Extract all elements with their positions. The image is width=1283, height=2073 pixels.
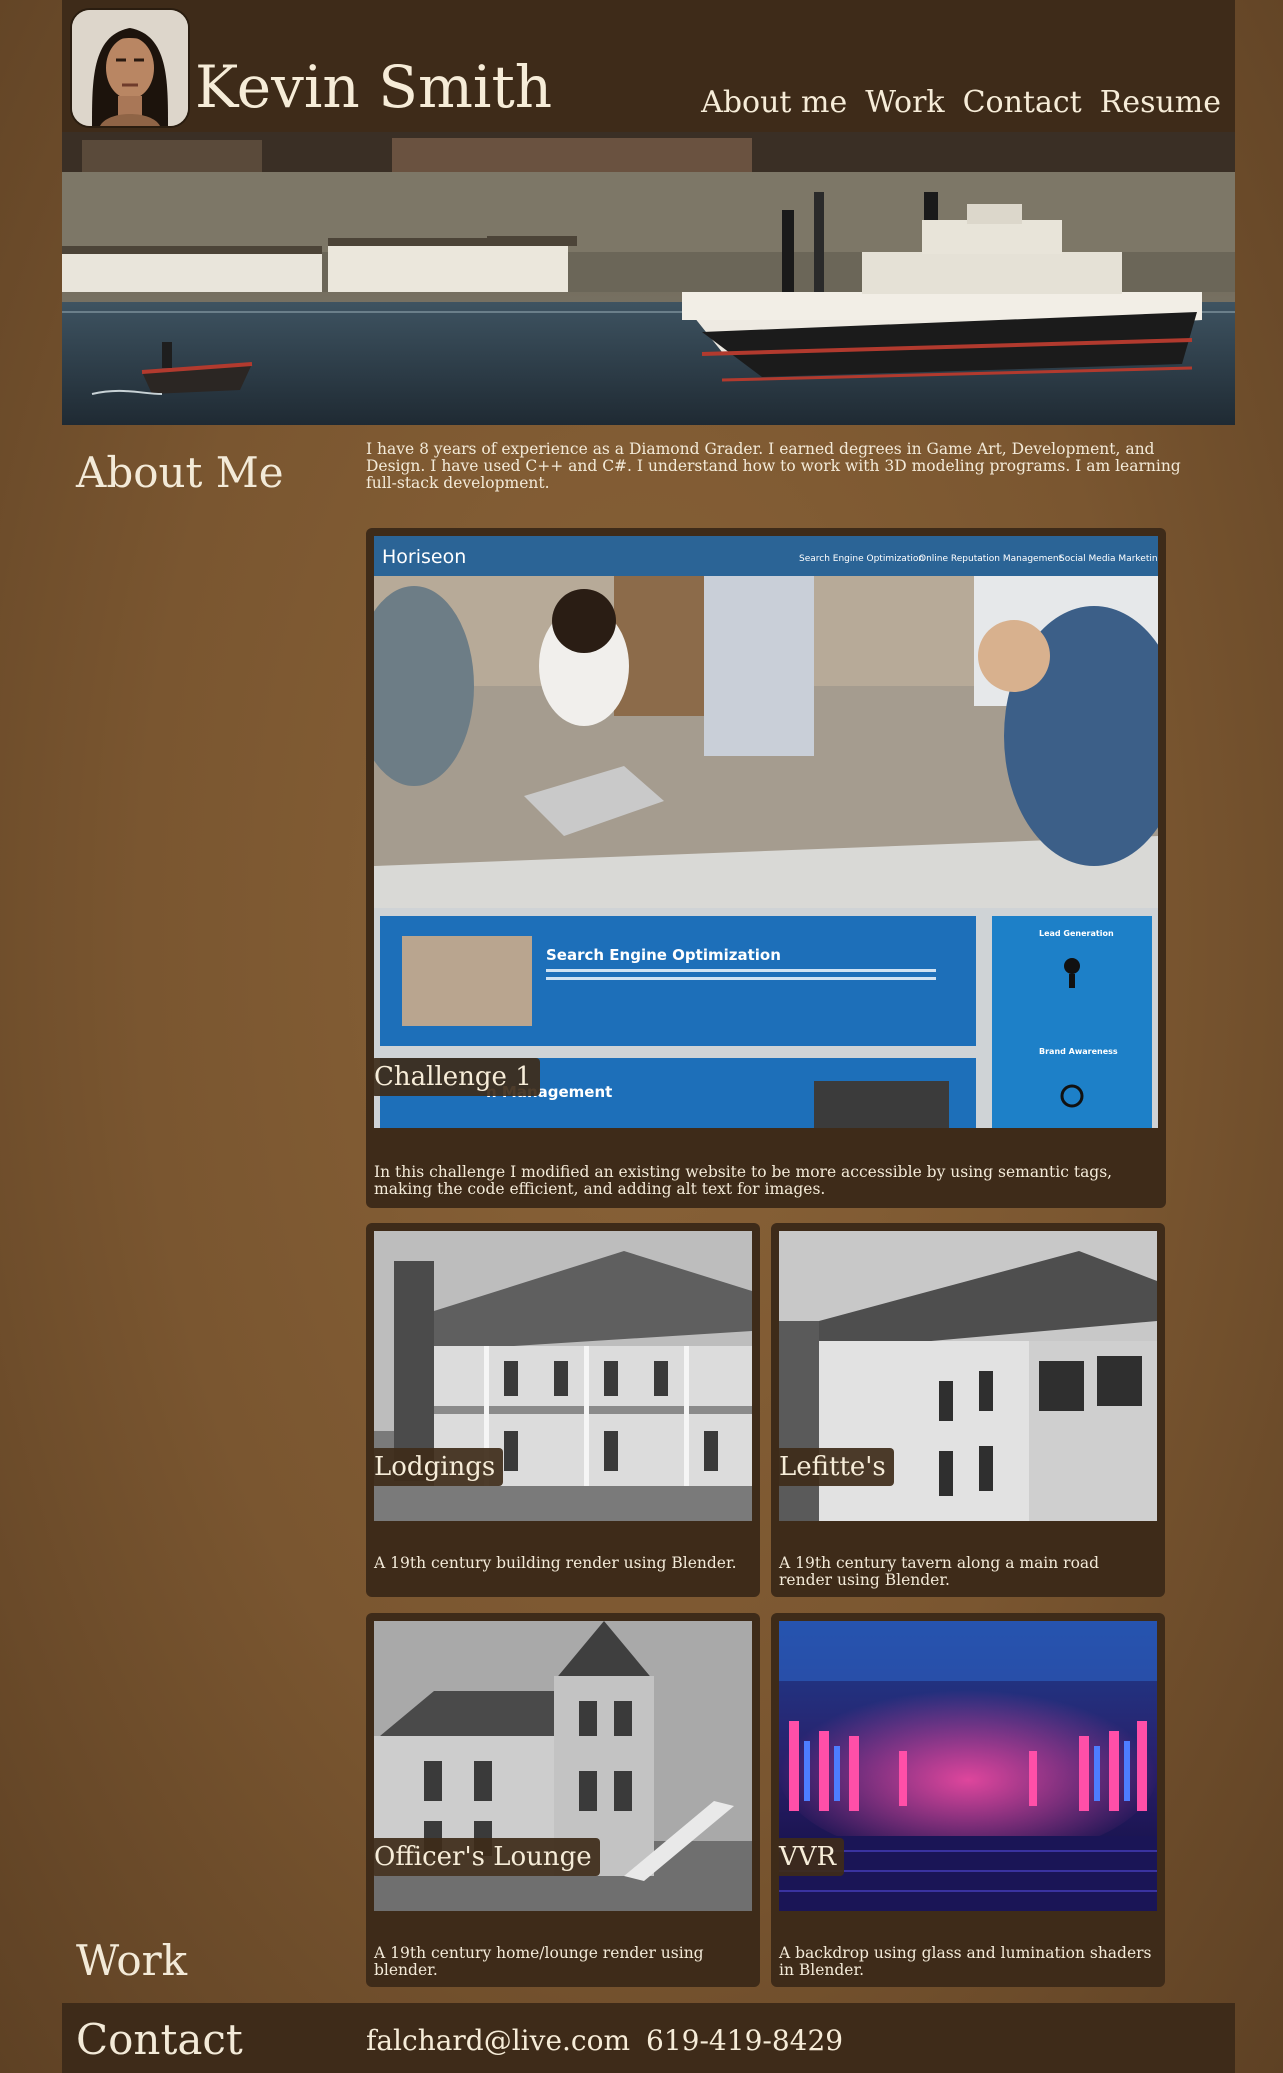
svg-text:Search Engine Optimization: Search Engine Optimization [546, 946, 781, 964]
avatar [70, 8, 190, 128]
page: Kevin Smith About me Work Contact Resume [62, 0, 1235, 2073]
project-description: A 19th century building render using Ble… [374, 1554, 737, 1572]
nav-about[interactable]: About me [701, 88, 847, 118]
main-nav: About me Work Contact Resume [701, 88, 1221, 118]
svg-text:Search Engine Optimization: Search Engine Optimization [799, 554, 924, 564]
work-heading: Work [76, 1936, 188, 1985]
nav-resume[interactable]: Resume [1100, 88, 1221, 118]
svg-text:Online Reputation Management: Online Reputation Management [919, 554, 1063, 564]
project-card-vvr[interactable]: VVR A backdrop using glass and luminatio… [771, 1613, 1165, 1987]
contact-phone-link[interactable]: 619-419-8429 [646, 2027, 843, 2055]
project-description: In this challenge I modified an existing… [374, 1163, 1113, 1198]
project-title: Lodgings [371, 1448, 504, 1486]
project-description: A 19th century home/lounge render using … [374, 1944, 704, 1979]
contact-info: falchard@live.com 619-419-8429 [366, 2027, 843, 2055]
horiseon-screenshot-image: Horiseon Search Engine Optimization Onli… [374, 536, 1158, 1128]
site-header: Kevin Smith About me Work Contact Resume [62, 0, 1235, 132]
project-screenshot: Horiseon Search Engine Optimization Onli… [374, 536, 1158, 1128]
project-title: VVR [776, 1838, 845, 1876]
project-title: Officer's Lounge [371, 1838, 600, 1876]
svg-text:Brand Awareness: Brand Awareness [1039, 1047, 1118, 1056]
contact-heading: Contact [76, 2015, 243, 2064]
contact-email-link[interactable]: falchard@live.com [366, 2027, 630, 2055]
project-card-officers-lounge[interactable]: Officer's Lounge A 19th century home/lou… [366, 1613, 760, 1987]
nav-work[interactable]: Work [865, 88, 944, 118]
nav-contact[interactable]: Contact [963, 88, 1082, 118]
portrait-icon [72, 10, 188, 126]
about-text: I have 8 years of experience as a Diamon… [366, 440, 1181, 492]
project-title: Challenge 1 [371, 1058, 540, 1096]
contact-section: Contact falchard@live.com 619-419-8429 [62, 2003, 1235, 2073]
project-title: Lefitte's [776, 1448, 894, 1486]
site-title: Kevin Smith [195, 53, 553, 121]
project-card-lefittes[interactable]: Lefitte's A 19th century tavern along a … [771, 1223, 1165, 1597]
project-card-lodgings[interactable]: Lodgings A 19th century building render … [366, 1223, 760, 1597]
hero-image [62, 132, 1235, 425]
project-card-featured[interactable]: Horiseon Search Engine Optimization Onli… [366, 528, 1166, 1208]
project-description: A backdrop using glass and lumination sh… [779, 1944, 1152, 1979]
screenshot-brand: Horiseon [382, 546, 466, 568]
riverboat-image [62, 132, 1235, 425]
svg-text:Social Media Marketing: Social Media Marketing [1059, 554, 1158, 564]
svg-text:Lead Generation: Lead Generation [1039, 929, 1114, 938]
about-heading: About Me [76, 448, 284, 497]
project-description: A 19th century tavern along a main road … [779, 1554, 1100, 1589]
